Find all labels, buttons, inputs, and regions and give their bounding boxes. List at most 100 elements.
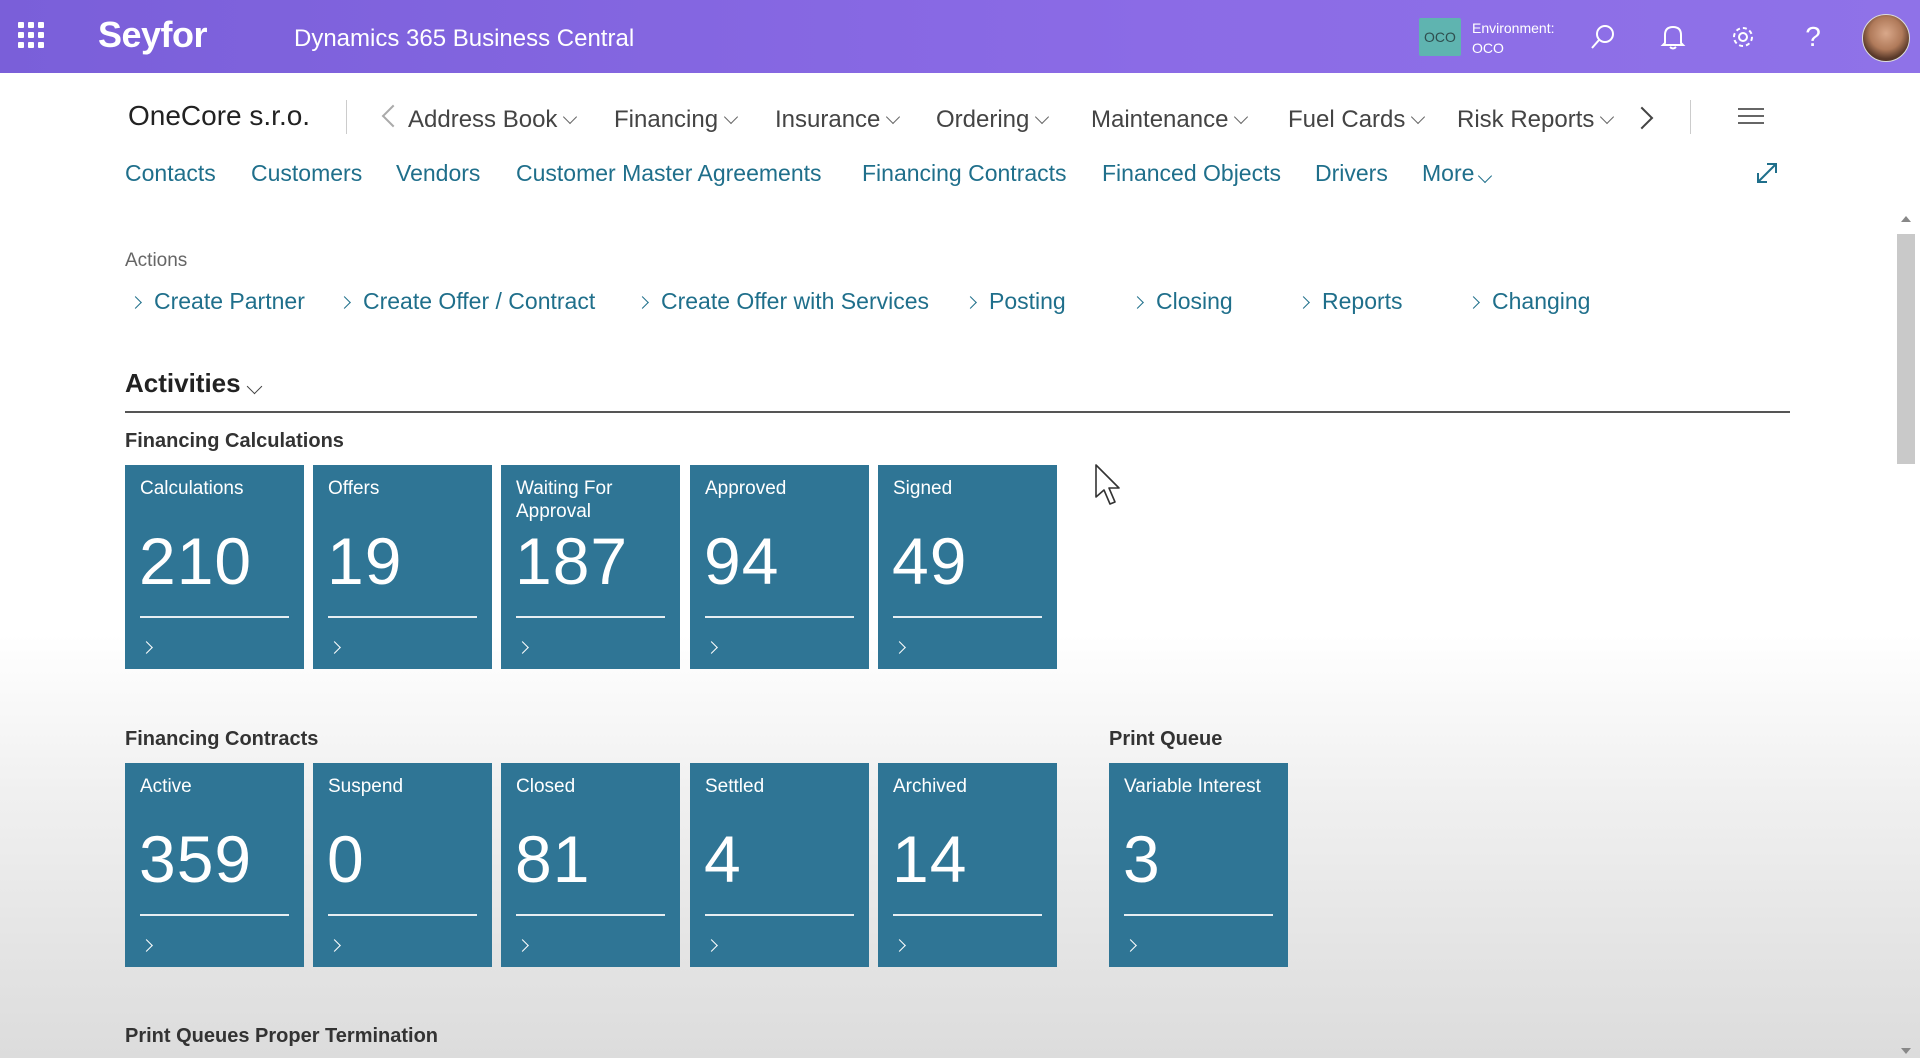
bell-icon[interactable] — [1657, 21, 1689, 53]
scroll-up-icon[interactable] — [1901, 216, 1911, 222]
link-more[interactable]: More — [1422, 160, 1493, 187]
tile-divider — [516, 914, 665, 916]
nav-menu-risk-reports[interactable]: Risk Reports — [1457, 106, 1615, 134]
group-label-print-queues-proper-termination: Print Queues Proper Termination — [125, 1025, 439, 1047]
tile-divider — [705, 914, 854, 916]
action-reports[interactable]: Reports — [1297, 288, 1403, 315]
environment-badge[interactable]: OCO — [1419, 18, 1461, 56]
action-create-partner[interactable]: Create Partner — [129, 288, 305, 315]
activities-header[interactable]: Activities — [125, 368, 262, 399]
brand-logo[interactable]: Seyfor — [98, 14, 208, 56]
tile-label: Active — [140, 776, 192, 797]
action-create-offer-with-services[interactable]: Create Offer with Services — [636, 288, 929, 315]
link-financed-objects[interactable]: Financed Objects — [1102, 160, 1281, 187]
tile-divider — [893, 616, 1042, 618]
user-avatar[interactable] — [1862, 14, 1910, 62]
divider — [346, 100, 347, 134]
chevron-right-icon — [705, 641, 718, 654]
chevron-right-icon — [328, 641, 341, 654]
chevron-right-icon — [140, 939, 153, 952]
chevron-down-icon — [563, 109, 578, 125]
nav-menu-financing[interactable]: Financing — [614, 106, 739, 134]
tile-signed[interactable]: Signed 49 — [878, 465, 1057, 669]
tile-label: Archived — [893, 776, 967, 797]
environment-info: Environment: OCO — [1472, 18, 1554, 58]
tile-active[interactable]: Active 359 — [125, 763, 304, 967]
environment-value: OCO — [1472, 40, 1504, 56]
chevron-down-icon — [1411, 109, 1426, 125]
action-posting[interactable]: Posting — [964, 288, 1066, 315]
chevron-right-icon — [636, 296, 649, 309]
tile-settled[interactable]: Settled 4 — [690, 763, 869, 967]
gear-icon[interactable] — [1727, 21, 1759, 53]
nav-menu-maintenance[interactable]: Maintenance — [1091, 106, 1249, 134]
chevron-down-icon — [1478, 168, 1493, 184]
tile-waiting-for-approval[interactable]: Waiting For Approval 187 — [501, 465, 680, 669]
chevron-right-icon — [328, 939, 341, 952]
tile-value: 94 — [704, 524, 780, 598]
mouse-cursor-icon — [1094, 463, 1122, 512]
chevron-right-icon — [516, 641, 529, 654]
chevron-down-icon — [1234, 109, 1249, 125]
tile-value: 187 — [515, 524, 629, 598]
tile-value: 81 — [515, 822, 591, 896]
top-bar: Seyfor Dynamics 365 Business Central OCO… — [0, 0, 1920, 73]
group-label-financing-contracts: Financing Contracts — [125, 728, 319, 750]
nav-menu-address-book[interactable]: Address Book — [408, 106, 578, 134]
tile-suspend[interactable]: Suspend 0 — [313, 763, 492, 967]
hamburger-menu-icon[interactable] — [1738, 108, 1764, 129]
search-icon[interactable] — [1587, 21, 1619, 53]
link-contacts[interactable]: Contacts — [125, 160, 216, 187]
tile-label: Calculations — [140, 478, 244, 499]
nav-menu-insurance[interactable]: Insurance — [775, 106, 901, 134]
link-financing-contracts[interactable]: Financing Contracts — [862, 160, 1067, 187]
nav-menu-ordering[interactable]: Ordering — [936, 106, 1050, 134]
action-changing[interactable]: Changing — [1467, 288, 1590, 315]
tile-calculations[interactable]: Calculations 210 — [125, 465, 304, 669]
tile-label: Approved — [705, 478, 787, 499]
tile-variable-interest[interactable]: Variable Interest 3 — [1109, 763, 1288, 967]
tile-label: Offers — [328, 478, 380, 499]
divider — [1690, 100, 1691, 134]
tile-divider — [705, 616, 854, 618]
tile-archived[interactable]: Archived 14 — [878, 763, 1057, 967]
link-vendors[interactable]: Vendors — [396, 160, 480, 187]
scroll-thumb[interactable] — [1897, 234, 1915, 464]
tile-value: 0 — [327, 822, 365, 896]
tile-value: 3 — [1123, 822, 1161, 896]
tile-approved[interactable]: Approved 94 — [690, 465, 869, 669]
product-title: Dynamics 365 Business Central — [294, 25, 635, 52]
actions-label: Actions — [125, 250, 188, 271]
chevron-right-icon — [1297, 296, 1310, 309]
tile-value: 210 — [139, 524, 253, 598]
nav-scroll-left-icon[interactable] — [381, 104, 405, 128]
group-label-financing-calculations: Financing Calculations — [125, 430, 344, 452]
tile-divider — [140, 914, 289, 916]
nav-scroll-right-icon[interactable] — [1630, 106, 1654, 130]
company-name: OneCore s.r.o. — [128, 100, 311, 131]
tile-divider — [328, 914, 477, 916]
nav-menu-fuel-cards[interactable]: Fuel Cards — [1288, 106, 1426, 134]
tile-label: Suspend — [328, 776, 404, 797]
tile-offers[interactable]: Offers 19 — [313, 465, 492, 669]
help-icon[interactable]: ? — [1797, 21, 1829, 53]
tile-label: Closed — [516, 776, 576, 797]
tile-value: 4 — [704, 822, 742, 896]
link-customer-master-agreements[interactable]: Customer Master Agreements — [516, 160, 822, 187]
chevron-down-icon — [246, 378, 262, 395]
action-create-offer-contract[interactable]: Create Offer / Contract — [338, 288, 595, 315]
scroll-down-icon[interactable] — [1901, 1048, 1911, 1054]
tile-divider — [893, 914, 1042, 916]
tile-value: 14 — [892, 822, 968, 896]
waffle-icon[interactable] — [18, 22, 44, 48]
vertical-scrollbar[interactable] — [1892, 210, 1920, 1058]
chevron-right-icon — [964, 296, 977, 309]
link-drivers[interactable]: Drivers — [1315, 160, 1388, 187]
tile-closed[interactable]: Closed 81 — [501, 763, 680, 967]
link-customers[interactable]: Customers — [251, 160, 362, 187]
chevron-right-icon — [1467, 296, 1480, 309]
chevron-right-icon — [705, 939, 718, 952]
chevron-right-icon — [129, 296, 142, 309]
action-closing[interactable]: Closing — [1131, 288, 1233, 315]
expand-icon[interactable] — [1754, 160, 1780, 191]
